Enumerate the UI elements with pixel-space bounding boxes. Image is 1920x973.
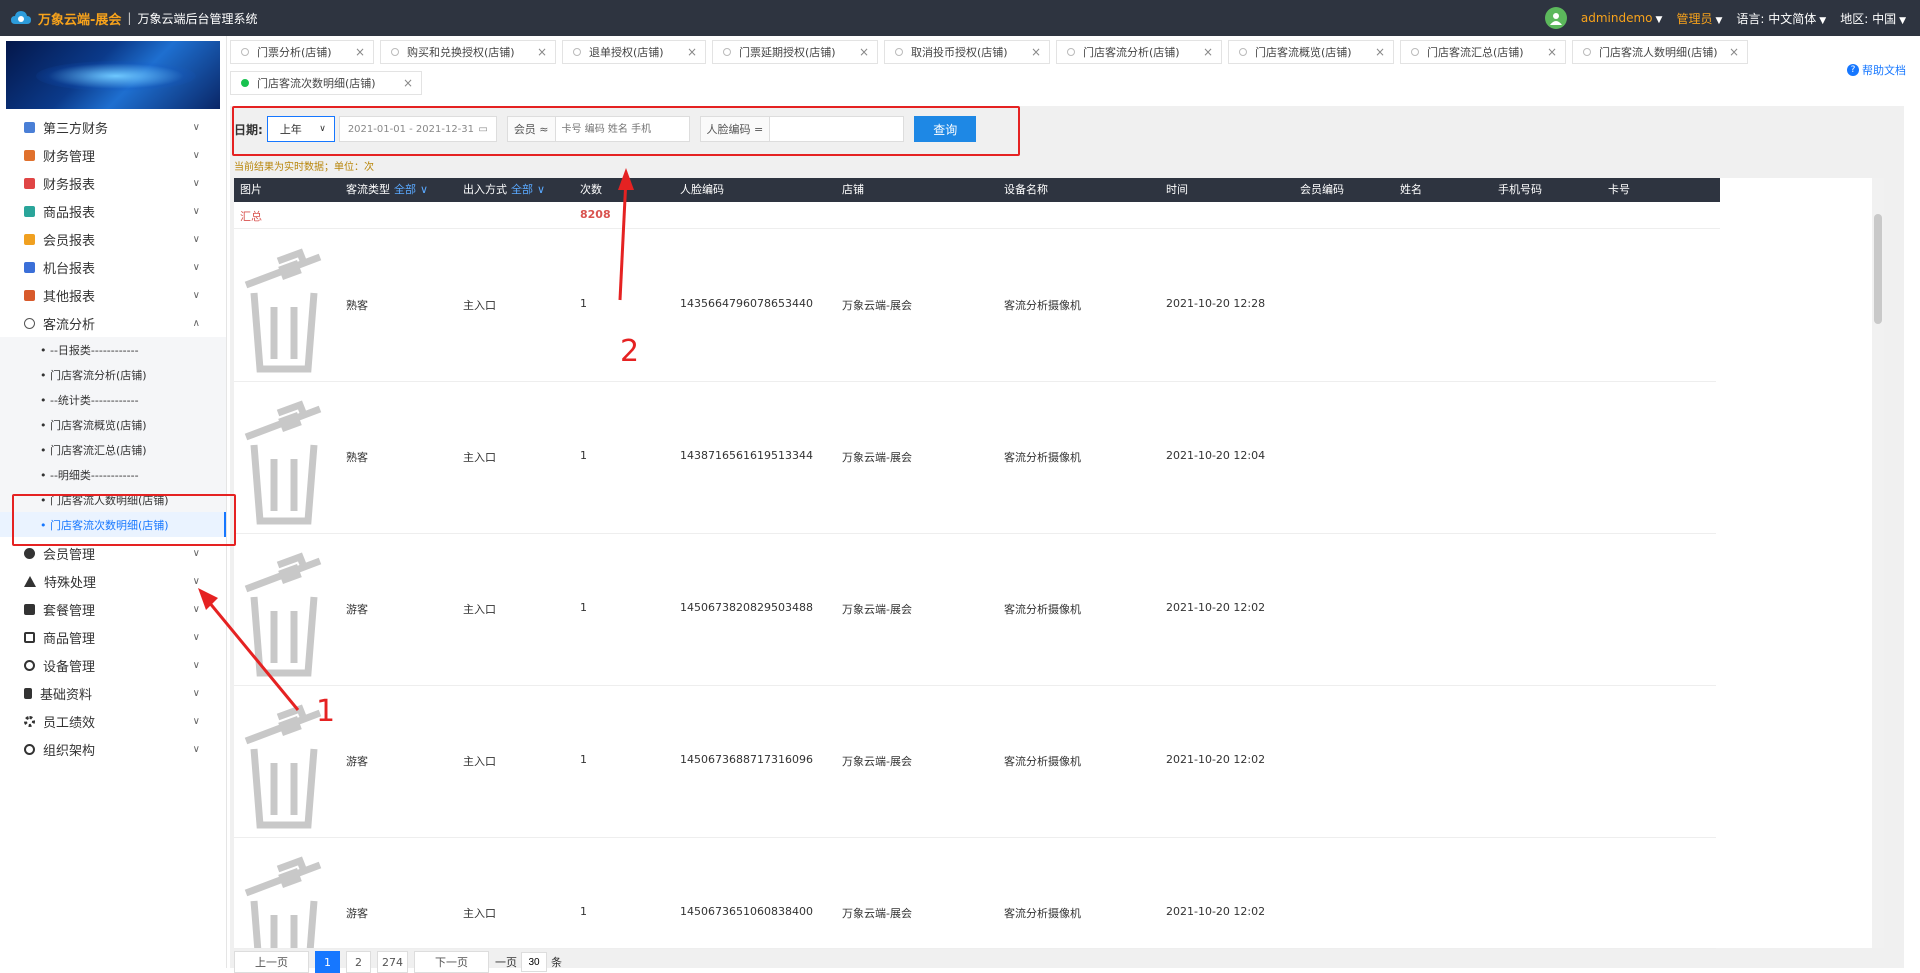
annotation-number-2: 2 xyxy=(620,334,640,369)
annotation-arrows xyxy=(198,168,634,711)
annotation-number-1: 1 xyxy=(316,694,336,729)
